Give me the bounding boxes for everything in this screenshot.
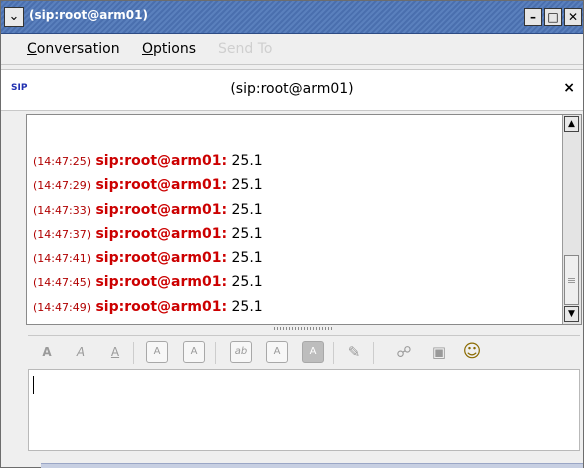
message-timestamp: (14:47:41)	[33, 252, 91, 266]
menu-send-to: Send To	[218, 41, 273, 57]
toolbar-separator	[373, 342, 374, 364]
message-text: 25.1	[231, 250, 263, 267]
foreground-color-button[interactable]: A	[266, 341, 288, 363]
menu-bar: Conversation Options Send To	[1, 34, 583, 65]
bold-button[interactable]: A	[36, 341, 58, 363]
toolbar-separator	[133, 342, 134, 364]
shrink-font-button[interactable]: A	[183, 341, 205, 363]
toolbar-separator	[333, 342, 334, 364]
title-bar[interactable]: ⌄ (sip:root@arm01) – □ ✕	[1, 1, 583, 34]
conversation-window: ⌄ (sip:root@arm01) – □ ✕ Conversation Op…	[0, 0, 584, 468]
message-row: (14:47:41) sip:root@arm01: 25.1	[33, 250, 263, 274]
grow-font-button[interactable]: A	[146, 341, 168, 363]
scroll-up-icon[interactable]: ▲	[564, 116, 579, 132]
conversation-tab-header: SIP (sip:root@arm01) ×	[1, 69, 583, 111]
log-scrollbar[interactable]: ▲ ▼	[562, 115, 581, 324]
image-icon[interactable]: ▣	[428, 341, 450, 363]
message-text: 25.1	[231, 298, 263, 315]
message-sender: sip:root@arm01:	[95, 225, 228, 242]
message-input[interactable]	[28, 369, 580, 451]
message-timestamp: (14:47:45)	[33, 276, 91, 290]
menu-options-label: ptions	[153, 41, 197, 57]
window-menu-icon[interactable]: ⌄	[4, 7, 24, 27]
menu-conversation[interactable]: Conversation	[27, 41, 120, 57]
scroll-grip-icon	[568, 278, 575, 279]
minimize-icon[interactable]: –	[524, 8, 542, 26]
smiley-icon[interactable]: ☺	[461, 341, 483, 363]
message-row: (14:47:45) sip:root@arm01: 25.1	[33, 274, 263, 298]
message-row: (14:47:49) sip:root@arm01: 25.1	[33, 299, 263, 323]
message-timestamp: (14:47:29)	[33, 179, 91, 193]
message-sender: sip:root@arm01:	[95, 177, 228, 194]
scroll-thumb[interactable]	[564, 255, 579, 305]
menu-conversation-mnemonic: C	[27, 41, 37, 57]
message-text: 25.1	[231, 225, 263, 242]
menu-options-mnemonic: O	[142, 41, 154, 57]
message-timestamp: (14:47:25)	[33, 155, 91, 168]
formatting-toolbar: A A A A A ab A A ✎ ☍ ▣ ☺	[28, 335, 580, 370]
message-sender: sip:root@arm01:	[95, 201, 228, 218]
underline-button[interactable]: A	[104, 341, 126, 363]
message-sender: sip:root@arm01:	[95, 274, 228, 291]
toolbar-separator	[215, 342, 216, 364]
window-title: (sip:root@arm01)	[29, 8, 148, 22]
link-icon[interactable]: ☍	[393, 341, 415, 363]
message-timestamp: (14:47:33)	[33, 203, 91, 217]
italic-button[interactable]: A	[70, 341, 92, 363]
font-face-button[interactable]: ab	[230, 341, 252, 363]
background-color-button[interactable]: A	[302, 341, 324, 363]
maximize-icon[interactable]: □	[544, 8, 562, 26]
message-row: (14:47:37) sip:root@arm01: 25.1	[33, 226, 263, 250]
close-conversation-icon[interactable]: ×	[563, 80, 575, 96]
message-log[interactable]: (14:47:25) sip:root@arm01: 25.1 (14:47:29…	[26, 114, 582, 325]
close-icon[interactable]: ✕	[564, 8, 582, 26]
message-row: (14:47:25) sip:root@arm01: 25.1	[33, 153, 263, 177]
message-text: 25.1	[231, 177, 263, 194]
message-row: (14:47:29) sip:root@arm01: 25.1	[33, 177, 263, 201]
message-row: (14:47:33) sip:root@arm01: 25.1	[33, 202, 263, 226]
message-text: 25.1	[231, 274, 263, 291]
menu-conversation-label: onversation	[36, 41, 120, 57]
text-caret	[33, 376, 34, 394]
message-text: 25.1	[231, 201, 263, 218]
message-sender: sip:root@arm01:	[95, 250, 228, 267]
message-sender: sip:root@arm01:	[95, 298, 228, 315]
eraser-icon[interactable]: ✎	[343, 341, 365, 363]
message-list: (14:47:25) sip:root@arm01: 25.1 (14:47:29…	[33, 153, 263, 323]
scroll-down-icon[interactable]: ▼	[564, 306, 579, 322]
message-sender: sip:root@arm01:	[95, 153, 228, 169]
message-timestamp: (14:47:49)	[33, 300, 91, 314]
menu-options[interactable]: Options	[142, 41, 196, 57]
conversation-title: (sip:root@arm01)	[230, 81, 354, 97]
pane-resize-handle[interactable]	[274, 327, 334, 330]
message-text: 25.1	[231, 153, 263, 169]
message-timestamp: (14:47:37)	[33, 227, 91, 241]
bottom-border	[41, 463, 583, 468]
